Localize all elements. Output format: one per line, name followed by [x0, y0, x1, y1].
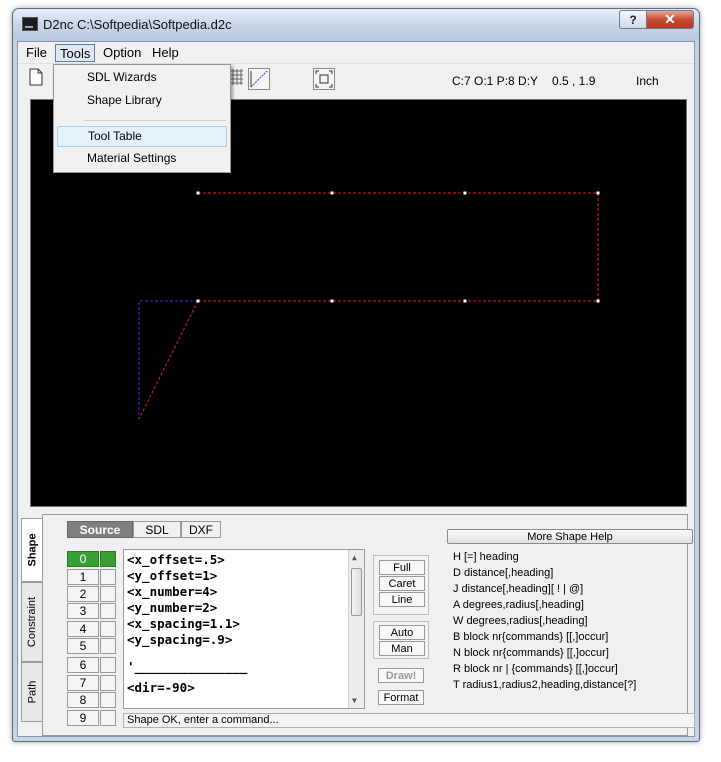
source-line: <x_number=4> [127, 584, 218, 599]
shape-number-flag[interactable] [100, 551, 116, 567]
source-line: <dir=-90> [127, 680, 195, 695]
node-point [196, 299, 200, 303]
shape-number-flag[interactable] [100, 638, 116, 654]
shape-number-flag[interactable] [100, 675, 116, 691]
node-point [463, 299, 467, 303]
menu-option[interactable]: Option [99, 44, 145, 62]
units-label: Inch [636, 74, 659, 88]
app-icon [22, 17, 38, 31]
tab-dxf[interactable]: DXF [181, 521, 221, 538]
help-line: B block nr{commands} [[,]occur] [453, 631, 609, 643]
line-button[interactable]: Line [379, 592, 425, 607]
tab-constraint[interactable]: Constraint [21, 582, 43, 662]
new-file-icon[interactable] [28, 68, 50, 90]
menu-shape-library[interactable]: Shape Library [57, 91, 227, 112]
source-line: <y_number=2> [127, 600, 218, 615]
window-title: D2nc C:\Softpedia\Softpedia.d2c [43, 17, 232, 32]
command-help-list: H [=] heading D distance[,heading] J dis… [447, 547, 693, 707]
auto-button[interactable]: Auto [379, 625, 425, 640]
help-line: D distance[,heading] [453, 567, 554, 579]
menu-file[interactable]: File [22, 44, 51, 62]
zoom-fit-icon[interactable] [313, 68, 335, 90]
shape-number-button[interactable]: 5 [67, 638, 99, 654]
tools-dropdown-menu: SDL Wizards Shape Library Tool Table Mat… [53, 64, 231, 173]
tab-sdl[interactable]: SDL [133, 521, 181, 538]
side-tabs: Shape Constraint Path [21, 514, 43, 724]
shape-number-flag[interactable] [100, 692, 116, 708]
tab-shape[interactable]: Shape [21, 518, 43, 582]
source-line: '_______________ [127, 659, 248, 674]
scroll-up-icon[interactable]: ▲ [352, 553, 357, 562]
bottom-panel: Shape Constraint Path Source SDL DXF 0 1… [18, 514, 696, 738]
source-line: <x_spacing=1.1> [127, 616, 240, 631]
more-shape-help-button[interactable]: More Shape Help [447, 529, 693, 544]
full-button[interactable]: Full [379, 560, 425, 575]
scroll-down-icon[interactable]: ▼ [352, 696, 357, 705]
shape-number-button[interactable]: 4 [67, 621, 99, 637]
menu-separator [84, 120, 226, 121]
shape-number-button[interactable]: 2 [67, 586, 99, 602]
node-point [330, 191, 334, 195]
auto-button-group: Auto Man [373, 621, 429, 659]
node-point [196, 191, 200, 195]
scroll-thumb[interactable] [351, 568, 362, 616]
shape-number-flag[interactable] [100, 569, 116, 585]
menu-tools[interactable]: Tools [55, 44, 96, 62]
mode-button-group: Full Caret Line [373, 555, 429, 615]
node-point [330, 299, 334, 303]
source-editor[interactable]: <x_offset=.5> <y_offset=1> <x_number=4> … [123, 549, 365, 709]
shape-number-button[interactable]: 9 [67, 710, 99, 726]
shape-diagonal [138, 300, 199, 420]
node-point [596, 191, 600, 195]
shape-number-flag[interactable] [100, 657, 116, 673]
manual-button[interactable]: Man [379, 641, 425, 656]
menu-bar: File Tools Option Help [18, 42, 694, 64]
help-button[interactable]: ? [619, 10, 647, 29]
shape-number-button[interactable]: 0 [67, 551, 99, 567]
shape-number-flag[interactable] [100, 621, 116, 637]
help-line: N block nr{commands} [[,]occur] [453, 647, 609, 659]
shape-number-button[interactable]: 6 [67, 657, 99, 673]
menu-help[interactable]: Help [148, 44, 183, 62]
source-line: <x_offset=.5> [127, 552, 225, 567]
shape-number-button[interactable]: 7 [67, 675, 99, 691]
source-line: <y_offset=1> [127, 568, 218, 583]
help-line: A degrees,radius[,heading] [453, 599, 584, 611]
shape-outline [198, 192, 599, 302]
line-tool-icon[interactable] [248, 68, 270, 90]
source-line: <y_spacing=.9> [127, 632, 233, 647]
tab-path[interactable]: Path [21, 662, 43, 722]
shape-panel: Source SDL DXF 0 1 2 3 4 5 6 7 8 9 <x_of… [42, 514, 695, 736]
help-line: R block nr | {commands} [[,]occur] [453, 663, 618, 675]
help-line: H [=] heading [453, 551, 519, 563]
shape-number-button[interactable]: 1 [67, 569, 99, 585]
help-line: T radius1,radius2,heading,distance[?] [453, 679, 637, 691]
close-button[interactable]: ✕ [646, 10, 694, 29]
node-point [596, 299, 600, 303]
shape-number-flag[interactable] [100, 603, 116, 619]
menu-sdl-wizards[interactable]: SDL Wizards [57, 68, 227, 89]
menu-tool-table[interactable]: Tool Table [57, 126, 227, 147]
coordinate-readout: 0.5 , 1.9 [552, 74, 596, 88]
cursor-readout: C:7 O:1 P:8 D:Y [452, 74, 539, 88]
menu-material-settings[interactable]: Material Settings [57, 149, 227, 170]
title-bar: D2nc C:\Softpedia\Softpedia.d2c ? ✕ [13, 9, 699, 41]
shape-number-flag[interactable] [100, 710, 116, 726]
caret-button[interactable]: Caret [379, 576, 425, 591]
client-area: File Tools Option Help C:7 O:1 P:8 D:Y 0… [17, 41, 695, 737]
shape-number-flag[interactable] [100, 586, 116, 602]
node-point [463, 191, 467, 195]
tab-source[interactable]: Source [67, 521, 133, 538]
source-scrollbar[interactable]: ▲ ▼ [348, 550, 364, 708]
format-button[interactable]: Format [378, 690, 424, 705]
shape-number-button[interactable]: 8 [67, 692, 99, 708]
draw-button[interactable]: Draw! [378, 668, 424, 683]
help-line: J distance[,heading][ ! | @] [453, 583, 584, 595]
help-line: W degrees,radius[,heading] [453, 615, 588, 627]
app-window: D2nc C:\Softpedia\Softpedia.d2c ? ✕ File… [12, 8, 700, 742]
shape-number-button[interactable]: 3 [67, 603, 99, 619]
status-message: Shape OK, enter a command... [123, 713, 695, 728]
